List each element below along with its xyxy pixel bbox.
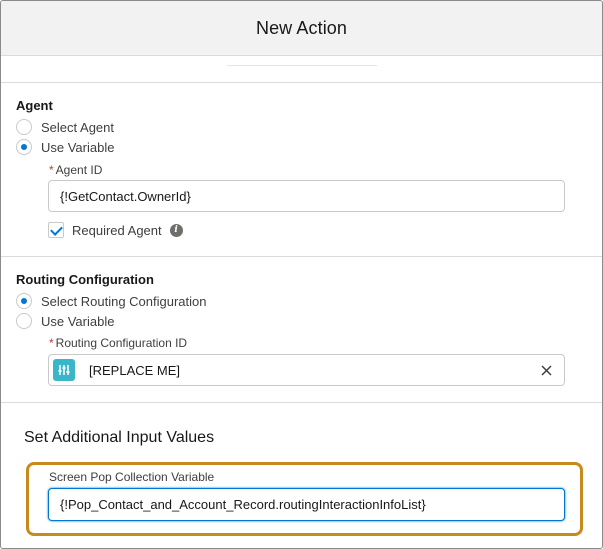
- routing-section-title: Routing Configuration: [16, 272, 154, 287]
- panel-divider-mark: [227, 65, 377, 66]
- screen-pop-collection-input[interactable]: {!Pop_Contact_and_Account_Record.routing…: [48, 488, 565, 521]
- radio-use-variable-agent[interactable]: Use Variable: [16, 138, 114, 156]
- section-divider: [1, 256, 602, 257]
- radio-button-checked[interactable]: [16, 293, 32, 309]
- panel-top-strip: [1, 56, 602, 83]
- radio-label: Select Agent: [41, 119, 114, 135]
- screen-pop-label: Screen Pop Collection Variable: [49, 470, 215, 484]
- routing-configuration-icon: [53, 359, 75, 381]
- agent-id-value: {!GetContact.OwnerId}: [60, 188, 191, 204]
- radio-button-checked[interactable]: [16, 139, 32, 155]
- radio-select-agent[interactable]: Select Agent: [16, 118, 114, 136]
- required-marker: *: [49, 163, 54, 177]
- required-agent-checkbox[interactable]: [48, 222, 64, 238]
- routing-config-lookup[interactable]: [REPLACE ME]: [48, 354, 565, 386]
- required-marker: *: [49, 336, 54, 350]
- close-icon[interactable]: [534, 358, 558, 382]
- screen-pop-value: {!Pop_Contact_and_Account_Record.routing…: [60, 497, 426, 512]
- section-divider: [1, 402, 602, 403]
- additional-input-values-title: Set Additional Input Values: [24, 429, 215, 446]
- modal-header: New Action: [1, 1, 602, 56]
- info-icon[interactable]: i: [169, 223, 183, 237]
- agent-section-title: Agent: [16, 98, 53, 113]
- required-agent-checkbox-row[interactable]: Required Agent i: [48, 222, 183, 238]
- routing-config-id-label: * Routing Configuration ID: [49, 336, 187, 350]
- agent-id-label-text: Agent ID: [55, 163, 103, 177]
- routing-config-value: [REPLACE ME]: [89, 362, 181, 378]
- routing-config-id-label-text: Routing Configuration ID: [55, 336, 188, 350]
- radio-label: Use Variable: [41, 313, 115, 329]
- radio-button[interactable]: [16, 313, 32, 329]
- radio-button[interactable]: [16, 119, 32, 135]
- agent-id-input[interactable]: {!GetContact.OwnerId}: [48, 180, 565, 212]
- agent-id-label: * Agent ID: [49, 163, 102, 177]
- radio-label: Use Variable: [41, 139, 115, 155]
- modal-title: New Action: [255, 18, 348, 38]
- radio-label: Select Routing Configuration: [41, 293, 207, 309]
- new-action-modal: New Action Agent Select Agent Use Variab…: [0, 0, 603, 549]
- radio-use-variable-routing[interactable]: Use Variable: [16, 312, 114, 330]
- radio-select-routing-configuration[interactable]: Select Routing Configuration: [16, 292, 207, 310]
- required-agent-label: Required Agent: [72, 222, 162, 238]
